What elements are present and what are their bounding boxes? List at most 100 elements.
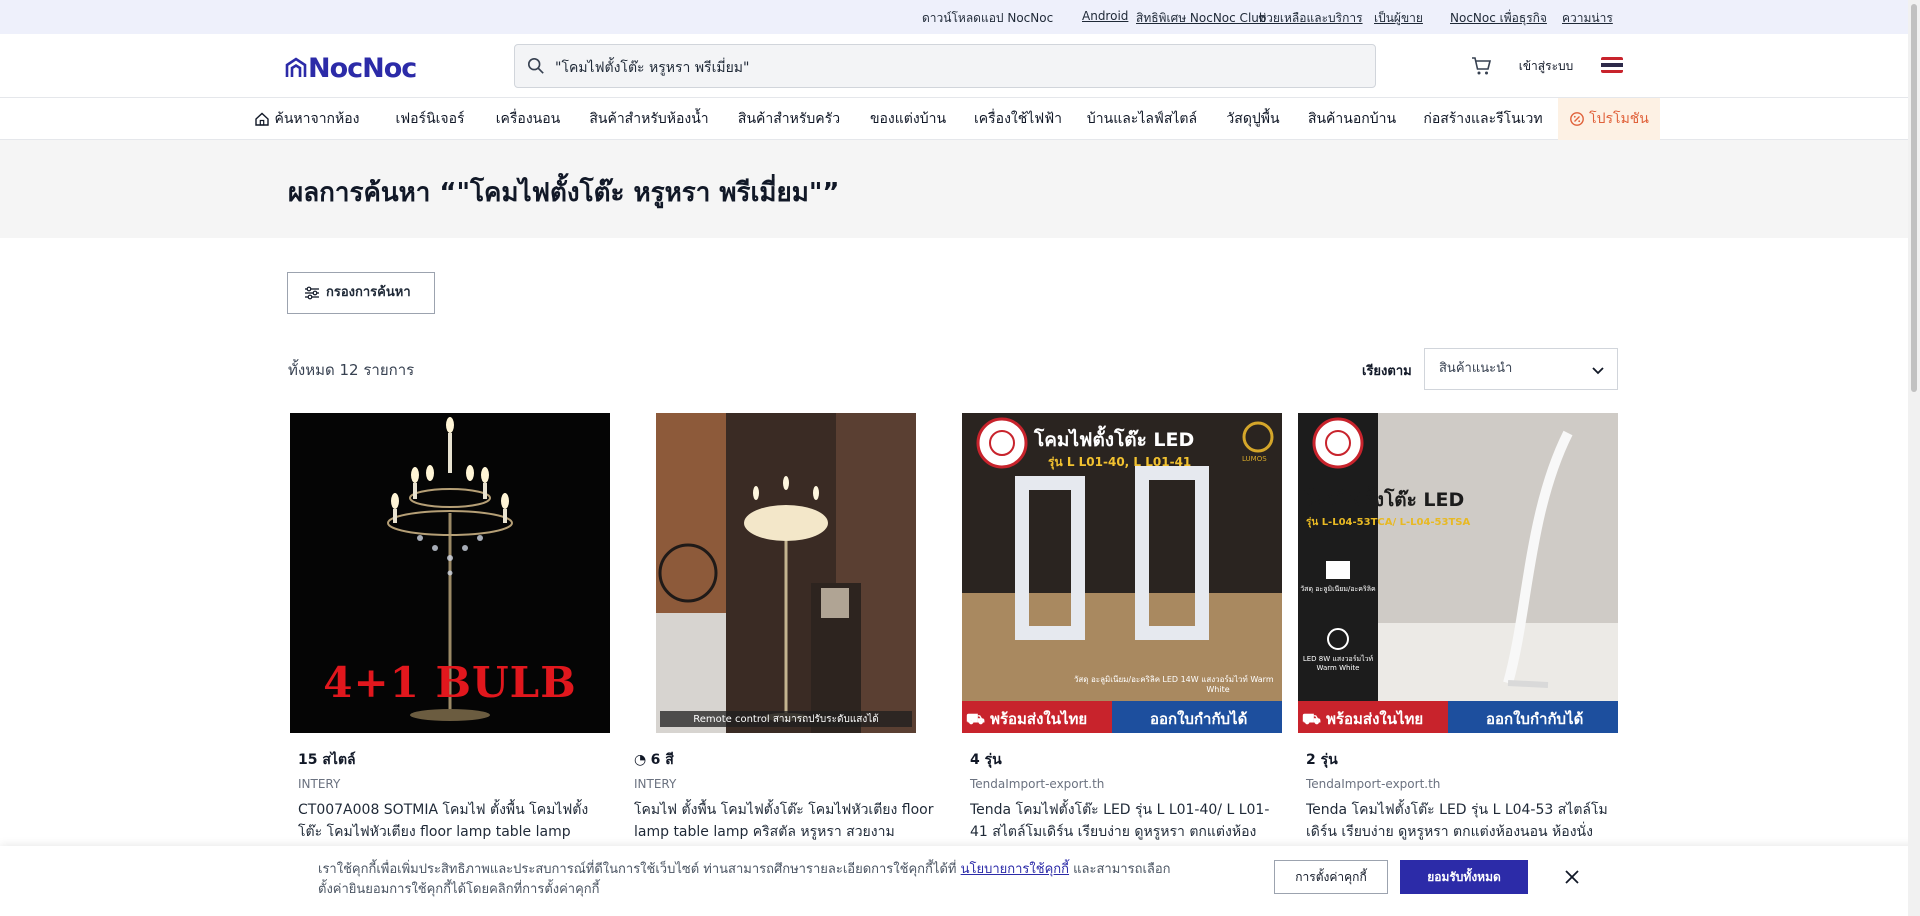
category-home-lifestyle[interactable]: บ้านและไลฟ์สไตล์ bbox=[1076, 98, 1208, 140]
cookie-settings-button[interactable]: การตั้งค่าคุกกี้ bbox=[1274, 860, 1388, 894]
sort-value: สินค้าแนะนำ bbox=[1439, 361, 1513, 376]
ship-label: พร้อมส่งในไทย bbox=[990, 710, 1088, 728]
top-utility-bar: ดาวน์โหลดแอป NocNoc Android สิทธิพิเศษ N… bbox=[0, 0, 1920, 34]
image-caption: 4+1 BULB bbox=[323, 658, 577, 707]
product-name[interactable]: โคมไฟ ตั้งพื้น โคมไฟตั้งโต๊ะ โคมไฟหัวเตี… bbox=[634, 799, 940, 843]
category-bedding[interactable]: เครื่องนอน bbox=[480, 98, 576, 140]
category-construction-renovation[interactable]: ก่อสร้างและรีโนเวท bbox=[1410, 98, 1556, 140]
search-icon[interactable] bbox=[527, 57, 545, 75]
cookie-text: เราใช้คุกกี้เพื่อเพิ่มประสิทธิภาพและประส… bbox=[318, 862, 957, 877]
category-label: ของแต่งบ้าน bbox=[869, 111, 947, 127]
nocnoc-business-link[interactable]: NocNoc เพื่อธุรกิจ bbox=[1450, 9, 1547, 28]
image-spec-material: วัสดุ อะลูมิเนียม/อะคริลิค bbox=[1073, 675, 1161, 684]
ship-thailand-badge: ⛟ พร้อมส่งในไทย bbox=[1302, 707, 1423, 731]
category-appliances[interactable]: เครื่องใช้ไฟฟ้า bbox=[962, 98, 1074, 140]
product-card[interactable]: Remote control สามารถปรับระดับแสงได้ ◔ 6… bbox=[626, 413, 946, 916]
category-label: สินค้านอกบ้าน bbox=[1307, 111, 1397, 127]
cookie-policy-link[interactable]: นโยบายการใช้คุกกี้ bbox=[961, 862, 1069, 877]
nocnoc-club-link[interactable]: สิทธิพิเศษ NocNoc Club bbox=[1136, 9, 1267, 28]
category-label: เครื่องใช้ไฟฟ้า bbox=[974, 111, 1062, 127]
invoice-badge: ออกใบกำกับได้ bbox=[1486, 710, 1584, 728]
help-service-link[interactable]: ช่วยเหลือและบริการ bbox=[1258, 9, 1363, 28]
product-image[interactable]: 4+1 BULB bbox=[290, 413, 610, 733]
image-spec-material: วัสดุ อะลูมิเนียม/อะคริลิค bbox=[1300, 585, 1376, 593]
become-seller-link[interactable]: เป็นผู้ขาย bbox=[1374, 9, 1423, 28]
category-label: วัสดุปูพื้น bbox=[1226, 111, 1280, 127]
home-icon bbox=[255, 112, 270, 126]
floor-lamp-room-image bbox=[626, 413, 946, 733]
product-image[interactable]: Remote control สามารถปรับระดับแสงได้ bbox=[626, 413, 946, 733]
variant-count: 15 สไตล์ bbox=[298, 752, 356, 768]
category-label: บ้านและไลฟ์สไตล์ bbox=[1086, 111, 1198, 127]
led-arc-lamp-image bbox=[1298, 413, 1618, 733]
android-link[interactable]: Android bbox=[1082, 9, 1128, 23]
sort-dropdown[interactable]: สินค้าแนะนำ bbox=[1424, 348, 1618, 390]
category-bathroom[interactable]: สินค้าสำหรับห้องน้ำ bbox=[576, 98, 722, 140]
logo-mark-icon bbox=[285, 57, 307, 77]
invoice-badge: ออกใบกำกับได้ bbox=[1150, 710, 1248, 728]
trust-link[interactable]: ความน่าร bbox=[1562, 9, 1622, 28]
variant-count: 2 รุ่น bbox=[1306, 752, 1338, 768]
search-input[interactable]: "โคมไฟตั้งโต๊ะ หรูหรา พรีเมี่ยม" bbox=[555, 57, 749, 79]
result-count: ทั้งหมด 12 รายการ bbox=[288, 361, 415, 379]
variant-count: 4 รุ่น bbox=[970, 752, 1002, 768]
logo-text: NocNoc bbox=[308, 53, 417, 84]
sort-label: เรียงตาม bbox=[1362, 364, 1412, 379]
category-furniture[interactable]: เฟอร์นิเจอร์ bbox=[380, 98, 480, 140]
category-label: เฟอร์นิเจอร์ bbox=[395, 111, 465, 127]
category-promotion[interactable]: โปรโมชัน bbox=[1558, 98, 1660, 140]
brand-name[interactable]: TendaImport-export.th bbox=[970, 777, 1104, 791]
brand-name[interactable]: INTERY bbox=[634, 777, 676, 791]
filter-button[interactable]: กรองการค้นหา bbox=[287, 272, 435, 314]
login-button[interactable]: เข้าสู่ระบบ bbox=[1508, 50, 1584, 82]
category-label: สินค้าสำหรับห้องน้ำ bbox=[589, 111, 709, 127]
category-label: สินค้าสำหรับครัว bbox=[737, 111, 841, 127]
brand-name[interactable]: TendaImport-export.th bbox=[1306, 777, 1440, 791]
search-bar[interactable]: "โคมไฟตั้งโต๊ะ หรูหรา พรีเมี่ยม" bbox=[514, 44, 1376, 88]
image-caption: Remote control สามารถปรับระดับแสงได้ bbox=[693, 714, 879, 725]
category-flooring[interactable]: วัสดุปูพื้น bbox=[1210, 98, 1296, 140]
cookie-banner: เราใช้คุกกี้เพื่อเพิ่มประสิทธิภาพและประส… bbox=[0, 846, 1920, 916]
category-kitchen[interactable]: สินค้าสำหรับครัว bbox=[724, 98, 854, 140]
nocnoc-logo[interactable]: NocNoc bbox=[284, 53, 417, 84]
category-label: ค้นหาจากห้อง bbox=[274, 111, 360, 127]
scrollbar-thumb[interactable] bbox=[1911, 4, 1917, 392]
image-badge: LUMOS bbox=[1242, 455, 1267, 463]
product-name[interactable]: Tenda โคมไฟตั้งโต๊ะ LED รุ่น L L04-53 สไ… bbox=[1306, 799, 1612, 843]
image-subtitle: รุ่น L L01-40, L L01-41 bbox=[1048, 455, 1192, 469]
product-card[interactable]: โคมไฟตั้งโต๊ะ LED รุ่น L-L04-53TCA/ L-L0… bbox=[1298, 413, 1618, 916]
image-title: โคมไฟตั้งโต๊ะ LED bbox=[1034, 429, 1195, 451]
page-scrollbar[interactable] bbox=[1908, 0, 1920, 916]
category-search-by-room[interactable]: ค้นหาจากห้อง bbox=[244, 98, 370, 140]
accept-all-cookies-button[interactable]: ยอมรับทั้งหมด bbox=[1400, 860, 1528, 894]
product-image[interactable]: โคมไฟตั้งโต๊ะ LED รุ่น L-L04-53TCA/ L-L0… bbox=[1298, 413, 1618, 733]
category-nav: ค้นหาจากห้อง เฟอร์นิเจอร์ เครื่องนอน สิน… bbox=[0, 98, 1920, 140]
thai-flag-icon[interactable] bbox=[1601, 57, 1623, 73]
cookie-message: เราใช้คุกกี้เพื่อเพิ่มประสิทธิภาพและประส… bbox=[318, 860, 1178, 900]
site-header: NocNoc "โคมไฟตั้งโต๊ะ หรูหรา พรีเมี่ยม" … bbox=[0, 34, 1920, 98]
promo-icon bbox=[1570, 112, 1585, 126]
image-spec-led: LED 14W แสงวอร์มไวท์ Warm White bbox=[1162, 675, 1274, 694]
variant-label: 6 สี bbox=[650, 752, 674, 768]
category-outdoor[interactable]: สินค้านอกบ้าน bbox=[1296, 98, 1408, 140]
truck-icon: ⛟ bbox=[1302, 710, 1327, 728]
product-name[interactable]: Tenda โคมไฟตั้งโต๊ะ LED รุ่น L L01-40/ L… bbox=[970, 799, 1276, 843]
product-card[interactable]: โคมไฟตั้งโต๊ะ LED รุ่น L L01-40, L L01-4… bbox=[962, 413, 1282, 916]
category-label: ก่อสร้างและรีโนเวท bbox=[1423, 111, 1543, 127]
filter-label: กรองการค้นหา bbox=[326, 285, 411, 300]
image-subtitle: รุ่น L-L04-53TCA/ L-L04-53TSA bbox=[1306, 517, 1471, 528]
cart-icon[interactable] bbox=[1470, 54, 1494, 78]
page-title: ผลการค้นหา “"โคมไฟตั้งโต๊ะ หรูหรา พรีเมี… bbox=[288, 178, 840, 208]
chevron-down-icon bbox=[1592, 367, 1604, 375]
product-card[interactable]: 4+1 BULB 15 สไตล์ INTERY CT007A008 SOTMI… bbox=[290, 413, 610, 916]
product-image[interactable]: โคมไฟตั้งโต๊ะ LED รุ่น L L01-40, L L01-4… bbox=[962, 413, 1282, 733]
ship-label: พร้อมส่งในไทย bbox=[1326, 710, 1424, 728]
close-icon[interactable] bbox=[1560, 865, 1584, 889]
app-download-text: ดาวน์โหลดแอป NocNoc bbox=[922, 11, 1054, 25]
truck-icon: ⛟ bbox=[966, 710, 991, 728]
ship-thailand-badge: ⛟ พร้อมส่งในไทย bbox=[966, 707, 1087, 731]
product-name[interactable]: CT007A008 SOTMIA โคมไฟ ตั้งพื้น โคมไฟตั้… bbox=[298, 799, 604, 843]
brand-name[interactable]: INTERY bbox=[298, 777, 340, 791]
image-spec-led: LED 8W แสงวอร์มไวท์ Warm White bbox=[1302, 655, 1374, 672]
category-home-decor[interactable]: ของแต่งบ้าน bbox=[856, 98, 960, 140]
